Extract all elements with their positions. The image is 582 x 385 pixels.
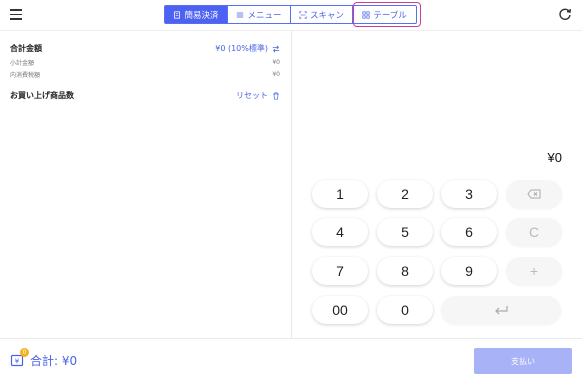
key-00[interactable]: 00: [312, 296, 368, 324]
scan-icon: [299, 10, 307, 19]
key-6[interactable]: 6: [441, 218, 497, 246]
summary-panel: 合計金額 ¥0 (10%標準) 小計金額 ¥0 内消費税額 ¥0 お買い上げ商品…: [0, 31, 291, 338]
backspace-button[interactable]: [506, 180, 562, 208]
reset-label: リセット: [236, 91, 268, 100]
trash-icon: [273, 91, 279, 100]
tab-table-highlight: [353, 2, 421, 27]
receipt-icon: [174, 10, 181, 19]
cart-count-badge: 0: [20, 348, 29, 357]
subtotal-value: ¥0: [272, 59, 280, 66]
total-label: 合計金額: [10, 44, 42, 53]
hamburger-menu-icon[interactable]: [10, 9, 22, 21]
key-1[interactable]: 1: [312, 180, 368, 208]
tab-label: 簡易決済: [184, 10, 219, 21]
total-value[interactable]: ¥0 (10%標準): [215, 43, 280, 54]
total-amount: ¥0 (10%標準): [215, 44, 268, 53]
items-row: お買い上げ商品数 リセット: [10, 90, 280, 101]
clear-button[interactable]: C: [506, 218, 562, 246]
total-row: 合計金額 ¥0 (10%標準): [10, 43, 280, 54]
tax-row: 内消費税額 ¥0: [10, 70, 280, 79]
footer-total: 合計: ¥0: [30, 354, 78, 368]
key-2[interactable]: 2: [377, 180, 433, 208]
tab-label: スキャン: [309, 10, 344, 21]
tab-menu[interactable]: メニュー: [228, 5, 291, 24]
plus-button[interactable]: +: [506, 257, 562, 285]
amount-display: ¥0: [547, 150, 562, 165]
tab-scan[interactable]: スキャン: [291, 5, 353, 24]
tab-quick-payment[interactable]: 簡易決済: [164, 5, 228, 24]
panel-divider: [291, 31, 292, 338]
tab-label: メニュー: [247, 10, 282, 21]
key-7[interactable]: 7: [312, 257, 368, 285]
key-9[interactable]: 9: [441, 257, 497, 285]
pay-button[interactable]: 支払い: [474, 348, 572, 374]
subtotal-row: 小計金額 ¥0: [10, 58, 280, 67]
items-label: お買い上げ商品数: [10, 91, 74, 100]
reset-button[interactable]: リセット: [236, 90, 280, 101]
backspace-icon: [527, 189, 541, 199]
svg-text:¥: ¥: [15, 358, 20, 366]
key-4[interactable]: 4: [312, 218, 368, 246]
list-icon: [237, 12, 244, 17]
footer-bar: ¥ 0 合計: ¥0 支払い: [0, 339, 582, 385]
swap-icon[interactable]: [272, 45, 280, 53]
key-5[interactable]: 5: [377, 218, 433, 246]
subtotal-label: 小計金額: [10, 60, 35, 67]
header-bar: 簡易決済 メニュー スキャン テーブル: [0, 0, 582, 30]
key-0[interactable]: 0: [377, 296, 433, 324]
key-3[interactable]: 3: [441, 180, 497, 208]
refresh-icon[interactable]: [558, 7, 572, 21]
enter-icon: [495, 306, 508, 315]
tax-label: 内消費税額: [10, 72, 41, 79]
tax-value: ¥0: [272, 71, 280, 78]
key-8[interactable]: 8: [377, 257, 433, 285]
enter-button[interactable]: [441, 296, 561, 324]
